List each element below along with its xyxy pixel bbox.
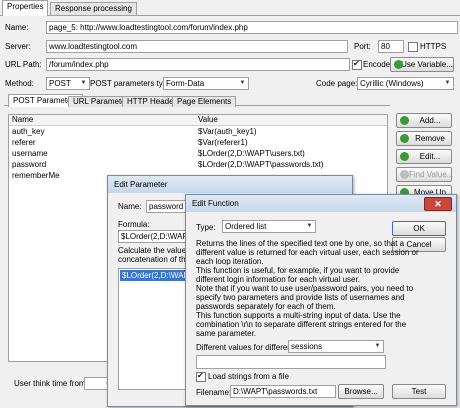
test-button[interactable]: Test [392,384,446,399]
ef-desc-line-6: Note that if you want to use user/passwo… [196,284,414,293]
ef-different-values-label: Different values for different [196,343,294,352]
method-value: POST [49,79,71,88]
ef-desc-line-8: passwords separately for each of them. [196,302,336,311]
ef-desc-line-2: different value is returned for each vir… [196,248,419,257]
https-label: HTTPS [420,42,447,51]
port-label: Port: [354,42,371,51]
server-field[interactable]: www.loadtestingtool.com [46,40,348,53]
ef-desc-line-3: each loop iteration. [196,257,264,266]
encode-label: Encode [363,60,391,69]
ef-load-strings-checkbox[interactable] [196,371,206,382]
ep-name-field[interactable]: password [146,200,188,213]
table-row[interactable]: referer $Var(referer1) [9,138,387,148]
variable-icon [394,60,403,69]
find-value-button[interactable]: Find Value... [396,167,453,182]
ok-button[interactable]: OK [392,221,446,236]
url-path-field[interactable]: /forum/index.php [46,58,350,71]
encode-checkbox[interactable] [352,59,362,70]
find-icon [400,170,409,179]
remove-button[interactable]: Remove [396,131,452,146]
table-row[interactable]: auth_key $Var(auth_key1) [9,127,387,137]
ep-name-label: Name: [118,202,142,211]
ef-filename-label: Filename: [196,388,232,397]
post-params-type-select[interactable]: Form-Data ▼ [163,77,249,90]
column-name[interactable]: Name [9,115,192,125]
use-variable-button[interactable]: Use Variable... [390,57,454,72]
port-field[interactable]: 80 [378,40,404,53]
top-tab-bar: Properties Response processing [0,0,460,16]
code-page-label: Code page: [316,79,358,88]
edit-function-dialog: Edit Function ✕ Type: Ordered list ▼ OK … [185,194,457,406]
ef-desc-line-7: specify two parameters and provide lists… [196,293,405,302]
ef-desc-line-9: This function supports a multi-string in… [196,311,401,320]
server-label: Server: [5,42,31,51]
edit-icon [400,152,409,161]
ef-values-text-area[interactable] [196,355,386,369]
ef-desc-line-1: Returns the lines of the specified text … [196,239,405,248]
edit-button[interactable]: Edit... [396,149,452,164]
tab-properties[interactable]: Properties [2,0,49,16]
method-select[interactable]: POST ▼ [46,77,90,90]
add-button[interactable]: Add... [396,113,452,128]
ef-desc-line-10: combination \r\n to separate different s… [196,320,407,329]
name-label: Name: [5,23,29,32]
ef-desc-line-11: same parameter. [196,329,257,338]
ef-desc-line-5: different login information for each vir… [196,275,360,284]
ep-items-list: $LOrder(2,D:\WAPT\p [118,268,188,390]
tab-response-processing[interactable]: Response processing [50,2,137,15]
code-page-value: Cyrillic (Windows) [360,79,424,88]
chevron-down-icon: ▼ [444,80,451,86]
ep-formula-label: Formula: [118,220,150,229]
row-name: password [12,160,47,169]
browse-button[interactable]: Browse... [338,384,384,399]
ef-type-label: Type: [196,223,216,232]
ef-filename-field[interactable]: D:\WAPT\passwords.txt [230,385,336,398]
chevron-down-icon: ▼ [306,223,313,229]
chevron-down-icon: ▼ [239,80,246,86]
chevron-down-icon: ▼ [374,343,381,349]
row-name: auth_key [12,127,45,136]
method-label: Method: [5,79,34,88]
tab-page-elements[interactable]: Page Elements [172,96,237,107]
ef-type-value: Ordered list [225,222,267,231]
https-checkbox[interactable] [408,42,418,52]
ef-different-values-select[interactable]: sessions ▼ [288,340,384,353]
chevron-down-icon: ▼ [80,80,87,86]
row-value: $Var(auth_key1) [198,127,257,136]
remove-icon [400,134,409,143]
ef-type-select[interactable]: Ordered list ▼ [222,220,316,233]
table-row[interactable]: username $LOrder(2,D:\WAPT\users.txt) [9,149,387,159]
column-value[interactable]: Value [195,115,378,125]
list-item[interactable]: $LOrder(2,D:\WAPT\p [120,270,186,281]
row-value: $Var(referer1) [198,138,248,147]
edit-parameter-title: Edit Parameter [108,176,352,193]
ef-desc-line-4: This function is useful, for example, if… [196,266,400,275]
post-params-type-label: POST parameters type: [90,79,174,88]
table-row[interactable]: password $LOrder(2,D:\WAPT\passwords.txt… [9,160,387,170]
think-time-label: User think time from: [14,379,88,388]
name-field[interactable]: page_5: http://www.loadtestingtool.com/f… [46,21,458,34]
ep-formula-field[interactable]: $LOrder(2,D:\WAPT\p [118,230,190,243]
edit-function-title: Edit Function [186,195,456,212]
close-icon[interactable]: ✕ [424,197,452,211]
url-path-label: URL Path: [5,60,42,69]
row-value: $LOrder(2,D:\WAPT\passwords.txt) [198,160,324,169]
table-header: Name Value [9,115,387,126]
code-page-select[interactable]: Cyrillic (Windows) ▼ [357,77,454,90]
post-params-type-value: Form-Data [166,79,205,88]
row-name: referer [12,138,36,147]
row-value: $LOrder(2,D:\WAPT\users.txt) [198,149,305,158]
add-icon [400,116,409,125]
row-name: username [12,149,48,158]
ef-load-strings-label: Load strings from a file [208,372,289,381]
ef-different-values-value: sessions [291,342,323,351]
